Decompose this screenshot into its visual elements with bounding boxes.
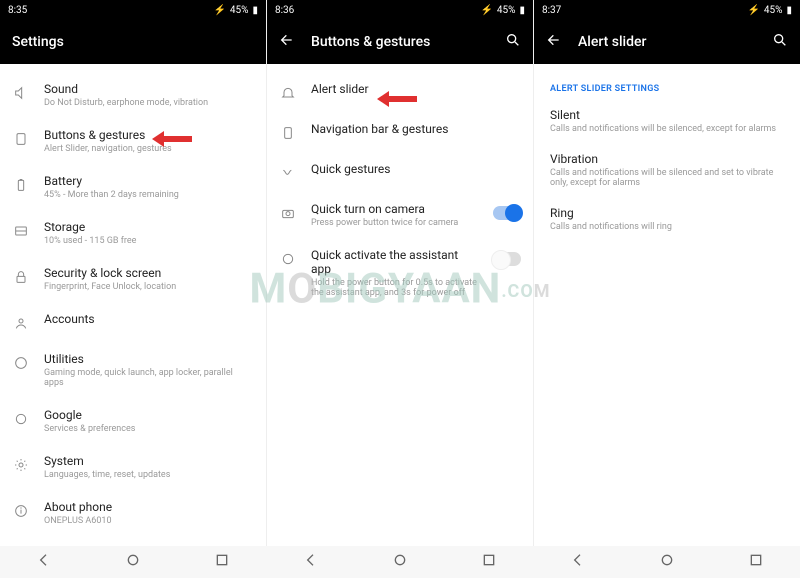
phone-alert-slider: 8:37 ⚡45%▮ Alert slider ALERT SLIDER SET… <box>534 0 800 546</box>
status-icons: ⚡45%▮ <box>480 5 525 16</box>
item-silent[interactable]: SilentCalls and notifications will be si… <box>534 100 800 144</box>
highlight-arrow <box>152 132 192 146</box>
status-bar: 8:36 ⚡45%▮ <box>267 0 533 20</box>
phone-buttons-gestures: 8:36 ⚡45%▮ Buttons & gestures Alert slid… <box>267 0 534 546</box>
status-icons: ⚡45%▮ <box>213 5 258 16</box>
status-icons: ⚡45%▮ <box>747 5 792 16</box>
assistant-icon <box>279 250 297 268</box>
highlight-arrow <box>377 92 417 106</box>
storage-icon <box>12 222 30 240</box>
nav-back[interactable] <box>303 552 319 572</box>
item-quick-gestures[interactable]: Quick gestures <box>267 152 533 192</box>
page-title: Buttons & gestures <box>311 34 489 50</box>
nav-recent[interactable] <box>214 552 230 572</box>
content: ALERT SLIDER SETTINGS SilentCalls and no… <box>534 64 800 546</box>
nav-back[interactable] <box>570 552 586 572</box>
header: Alert slider <box>534 20 800 64</box>
nav-back[interactable] <box>36 552 52 572</box>
back-button[interactable] <box>546 32 562 52</box>
android-navbar <box>0 546 800 578</box>
item-storage[interactable]: Storage10% used - 115 GB free <box>0 210 266 256</box>
camera-icon <box>279 204 297 222</box>
sound-icon <box>12 84 30 102</box>
item-about[interactable]: About phoneONEPLUS A6010 <box>0 490 266 536</box>
info-icon <box>12 502 30 520</box>
back-button[interactable] <box>279 32 295 52</box>
status-time: 8:36 <box>275 5 294 16</box>
item-nav-gestures[interactable]: Navigation bar & gestures <box>267 112 533 152</box>
item-battery[interactable]: Battery45% - More than 2 days remaining <box>0 164 266 210</box>
section-header: ALERT SLIDER SETTINGS <box>534 72 800 100</box>
content: SoundDo Not Disturb, earphone mode, vibr… <box>0 64 266 546</box>
google-icon <box>12 410 30 428</box>
page-title: Settings <box>12 34 254 50</box>
gesture-icon <box>279 164 297 182</box>
item-buttons-gestures[interactable]: Buttons & gesturesAlert Slider, navigati… <box>0 118 266 164</box>
battery-icon <box>12 176 30 194</box>
nav-home[interactable] <box>125 552 141 572</box>
nav-home[interactable] <box>392 552 408 572</box>
search-button[interactable] <box>772 32 788 52</box>
camera-toggle[interactable] <box>493 206 521 220</box>
item-sound[interactable]: SoundDo Not Disturb, earphone mode, vibr… <box>0 72 266 118</box>
bell-icon <box>279 84 297 102</box>
header: Buttons & gestures <box>267 20 533 64</box>
status-time: 8:37 <box>542 5 561 16</box>
item-quick-camera[interactable]: Quick turn on cameraPress power button t… <box>267 192 533 238</box>
phone-settings: 8:35 ⚡45%▮ Settings SoundDo Not Disturb,… <box>0 0 267 546</box>
item-google[interactable]: GoogleServices & preferences <box>0 398 266 444</box>
status-time: 8:35 <box>8 5 27 16</box>
lock-icon <box>12 268 30 286</box>
system-icon <box>12 456 30 474</box>
nav-recent[interactable] <box>748 552 764 572</box>
search-button[interactable] <box>505 32 521 52</box>
page-title: Alert slider <box>578 34 756 50</box>
utilities-icon <box>12 354 30 372</box>
item-ring[interactable]: RingCalls and notifications will ring <box>534 198 800 242</box>
item-utilities[interactable]: UtilitiesGaming mode, quick launch, app … <box>0 342 266 398</box>
content: Alert slider Navigation bar & gestures Q… <box>267 64 533 546</box>
item-security[interactable]: Security & lock screenFingerprint, Face … <box>0 256 266 302</box>
header: Settings <box>0 20 266 64</box>
gestures-icon <box>12 130 30 148</box>
item-assistant[interactable]: Quick activate the assistant appHold the… <box>267 238 533 308</box>
nav-recent[interactable] <box>481 552 497 572</box>
item-accounts[interactable]: Accounts <box>0 302 266 342</box>
assistant-toggle[interactable] <box>493 252 521 266</box>
status-bar: 8:35 ⚡45%▮ <box>0 0 266 20</box>
item-system[interactable]: SystemLanguages, time, reset, updates <box>0 444 266 490</box>
item-vibration[interactable]: VibrationCalls and notifications will be… <box>534 144 800 198</box>
status-bar: 8:37 ⚡45%▮ <box>534 0 800 20</box>
nav-home[interactable] <box>659 552 675 572</box>
accounts-icon <box>12 314 30 332</box>
phone-icon <box>279 124 297 142</box>
